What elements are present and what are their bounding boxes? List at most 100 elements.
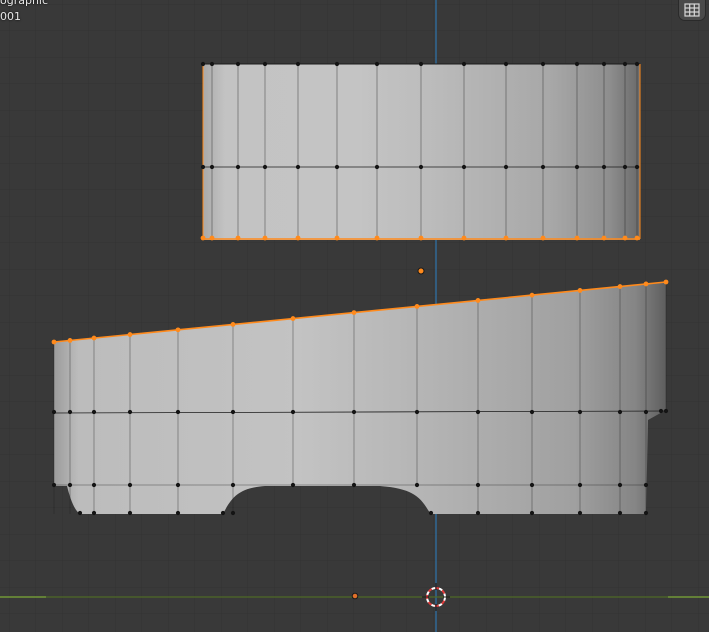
mesh-vertex[interactable] [127,510,133,516]
mesh-vertex[interactable] [622,164,628,170]
mesh-vertex-selected[interactable] [418,235,424,241]
mesh-vertex[interactable] [230,409,236,415]
mesh-vertex[interactable] [209,164,215,170]
mesh-vertex[interactable] [374,164,380,170]
mesh-vertex[interactable] [235,61,241,67]
mesh-vertex[interactable] [91,510,97,516]
mesh-vertex[interactable] [503,164,509,170]
mesh-vertex[interactable] [461,164,467,170]
mesh-vertex[interactable] [475,409,481,415]
mesh-vertex[interactable] [290,482,296,488]
mesh-vertex[interactable] [643,409,649,415]
mesh-vertex[interactable] [230,510,236,516]
mesh-vertex[interactable] [351,409,357,415]
mesh-vertex[interactable] [51,482,57,488]
mesh-vertex[interactable] [91,482,97,488]
mesh-vertex[interactable] [175,482,181,488]
mesh-vertex-selected[interactable] [200,235,206,241]
mesh-vertex[interactable] [643,482,649,488]
mesh-vertex[interactable] [577,510,583,516]
mesh-vertex[interactable] [220,510,226,516]
mesh-vertex-selected[interactable] [414,304,420,309]
mesh-vertex-selected[interactable] [175,327,181,333]
mesh-vertex-selected[interactable] [601,235,607,241]
mesh-vertex[interactable] [643,510,649,516]
mesh-vertex[interactable] [428,510,434,516]
mesh-vertex-selected[interactable] [540,235,546,241]
mesh-vertex-selected[interactable] [209,235,215,241]
mesh-vertex-selected[interactable] [577,288,583,293]
mesh-vertex-selected[interactable] [663,279,669,285]
mesh-vertex[interactable] [209,61,215,67]
mesh-vertex-selected[interactable] [91,335,97,341]
mesh-vertex[interactable] [334,61,340,67]
mesh-vertex[interactable] [334,164,340,170]
mesh-vertex-selected[interactable] [295,235,301,241]
mesh-vertex[interactable] [574,164,580,170]
mesh-vertex[interactable] [617,482,623,488]
mesh-vertex[interactable] [503,61,509,67]
mesh-vertex[interactable] [634,164,640,170]
mesh-vertex[interactable] [235,164,241,170]
mesh-vertex[interactable] [634,61,640,67]
mesh-vertex[interactable] [529,510,535,516]
mesh-vertex-selected[interactable] [51,339,57,345]
mesh-vertex-selected[interactable] [461,235,467,241]
mesh-vertex-selected[interactable] [351,310,357,315]
mesh-vertex[interactable] [475,482,481,488]
mesh-vertex[interactable] [127,482,133,488]
mesh-vertex[interactable] [418,61,424,67]
mesh-vertex[interactable] [77,510,83,516]
mesh-vertex[interactable] [658,408,664,414]
mesh-vertex[interactable] [617,510,623,516]
mesh-vertex-selected[interactable] [67,338,73,343]
mesh-vertex[interactable] [290,409,296,415]
mesh-vertex[interactable] [67,409,73,415]
mesh-vertex[interactable] [175,510,181,516]
mesh-vertex-selected[interactable] [127,332,133,337]
mesh-vertex-selected[interactable] [230,322,236,327]
mesh-vertex[interactable] [601,164,607,170]
mesh-vertex[interactable] [351,482,357,488]
mesh-vertex[interactable] [91,409,97,415]
mesh-vertex[interactable] [475,510,481,516]
mesh-vertex-selected[interactable] [235,235,241,241]
mesh-vertex[interactable] [414,482,420,488]
mesh-vertex[interactable] [529,409,535,415]
secondary-origin-point[interactable] [351,592,359,600]
mesh-vertex[interactable] [461,61,467,67]
mesh-vertex[interactable] [51,409,57,415]
3d-viewport[interactable]: ographic 001 [0,0,709,632]
viewport-scene[interactable] [0,0,709,632]
mesh-vertex-selected[interactable] [503,235,509,241]
mesh-vertex-selected[interactable] [617,284,623,289]
mesh-vertex-selected[interactable] [574,235,580,241]
mesh-vertex-selected[interactable] [634,235,640,241]
mesh-vertex[interactable] [529,482,535,488]
mesh-vertex-selected[interactable] [529,292,535,298]
mesh-vertex-selected[interactable] [334,235,340,241]
mesh-vertex[interactable] [200,164,206,170]
mesh-vertex[interactable] [200,61,206,67]
mesh-vertex[interactable] [418,164,424,170]
mesh-vertex[interactable] [127,409,133,415]
mesh-vertex[interactable] [230,482,236,488]
mesh-vertex[interactable] [262,164,268,170]
mesh-vertex-selected[interactable] [643,281,649,287]
mesh-vertex[interactable] [617,409,623,415]
mesh-vertex-selected[interactable] [374,235,380,241]
mesh-vertex-selected[interactable] [262,235,268,241]
mesh-vertex[interactable] [67,482,73,488]
mesh-vertex[interactable] [540,61,546,67]
object-origin-point[interactable] [417,267,425,275]
mesh-vertex[interactable] [577,409,583,415]
top-mesh-object[interactable] [200,61,641,241]
grid-toggle-button[interactable] [679,0,705,20]
mesh-vertex[interactable] [295,164,301,170]
mesh-vertex-selected[interactable] [622,235,628,241]
mesh-vertex[interactable] [374,61,380,67]
mesh-vertex[interactable] [574,61,580,67]
mesh-vertex[interactable] [601,61,607,67]
mesh-vertex[interactable] [262,61,268,67]
mesh-vertex[interactable] [577,482,583,488]
